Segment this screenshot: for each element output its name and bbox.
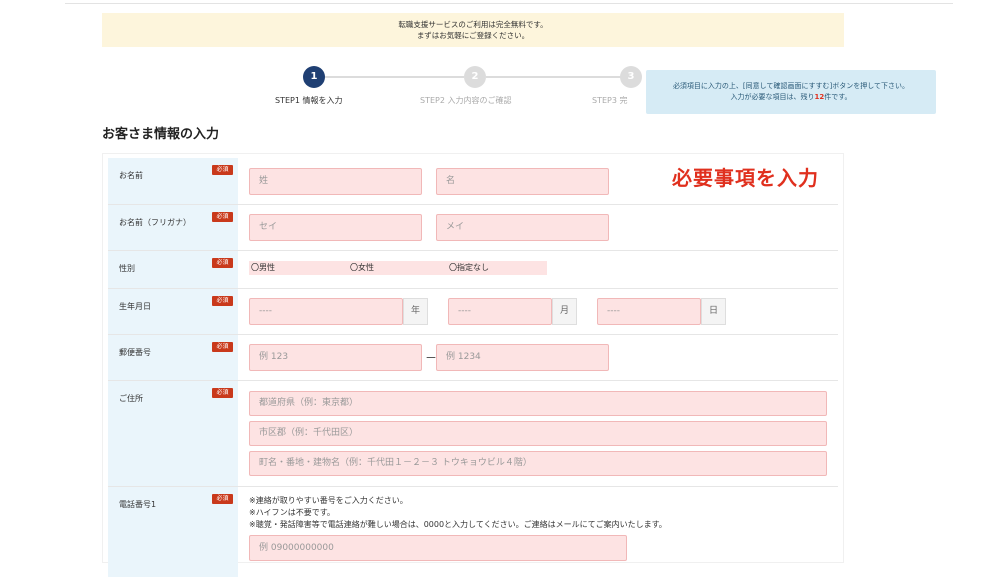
notice-line-1: 転職支援サービスのご利用は完全無料です。 — [398, 20, 548, 29]
required-badge: 必須 — [212, 165, 233, 175]
label-cell: 生年月日 必須 — [108, 289, 238, 334]
phone-label: 電話番号1 — [119, 500, 157, 509]
day-unit: 日 — [701, 298, 726, 325]
tooltip-prefix: 入力が必要な項目は、残り — [730, 93, 815, 101]
birthdate-label: 生年月日 — [119, 302, 151, 311]
step-3-circle: 3 — [620, 66, 642, 88]
step-2-circle: 2 — [464, 66, 486, 88]
label-cell: 郵便番号 必須 — [108, 335, 238, 380]
label-cell: お名前 必須 — [108, 158, 238, 204]
birth-month-select[interactable]: ---- — [448, 298, 552, 325]
free-service-notice: 転職支援サービスのご利用は完全無料です。 まずはお気軽にご登録ください。 — [102, 13, 844, 47]
gender-male-radio[interactable]: 〇男性 — [249, 261, 349, 275]
tooltip-suffix: 件です。 — [824, 93, 852, 101]
phone-input[interactable]: 例 09000000000 — [249, 535, 627, 561]
birth-year-select[interactable]: ---- — [249, 298, 403, 325]
month-unit: 月 — [552, 298, 577, 325]
row-birthdate: 生年月日 必須 ---- 年 ---- 月 ---- 日 — [108, 289, 838, 335]
last-name-input[interactable]: 姓 — [249, 168, 422, 195]
postal-code-first-input[interactable]: 例 123 — [249, 344, 422, 371]
required-fields-tooltip: 必須項目に入力の上、[同意して確認画面にすすむ]ボタンを押して下さい。 入力が必… — [646, 70, 936, 114]
label-cell: 電話番号1 必須 — [108, 487, 238, 577]
phone-note-2: ※ハイフンは不要です。 — [249, 508, 335, 517]
tooltip-line-2: 入力が必要な項目は、残り12件です。 — [646, 92, 936, 103]
kana-label: お名前（フリガナ） — [119, 218, 191, 227]
first-name-input[interactable]: 名 — [436, 168, 609, 195]
street-input[interactable]: 町名・番地・建物名（例：千代田１－２－３ トウキョウビル４階） — [249, 451, 827, 476]
row-address: ご住所 必須 都道府県（例：東京都） 市区郡（例：千代田区） 町名・番地・建物名… — [108, 381, 838, 487]
step-3-label: STEP3 完 — [592, 96, 628, 105]
step-1-label: STEP1 情報を入力 — [275, 96, 343, 105]
last-name-kana-input[interactable]: セイ — [249, 214, 422, 241]
required-badge: 必須 — [212, 494, 233, 504]
label-cell: お名前（フリガナ） 必須 — [108, 205, 238, 250]
birth-day-select[interactable]: ---- — [597, 298, 701, 325]
phone-note-1: ※連絡が取りやすい番号をご入力ください。 — [249, 496, 408, 505]
required-badge: 必須 — [212, 342, 233, 352]
required-badge: 必須 — [212, 258, 233, 268]
city-input[interactable]: 市区郡（例：千代田区） — [249, 421, 827, 446]
step-1-circle: 1 — [303, 66, 325, 88]
step-2-label: STEP2 入力内容のご確認 — [420, 96, 512, 105]
step-connector-2 — [486, 76, 626, 78]
year-unit: 年 — [403, 298, 428, 325]
first-name-kana-input[interactable]: メイ — [436, 214, 609, 241]
prefecture-input[interactable]: 都道府県（例：東京都） — [249, 391, 827, 416]
postal-code-second-input[interactable]: 例 1234 — [436, 344, 609, 371]
tooltip-line-1: 必須項目に入力の上、[同意して確認画面にすすむ]ボタンを押して下さい。 — [672, 82, 910, 90]
row-kana: お名前（フリガナ） 必須 セイ メイ — [108, 205, 838, 251]
step-connector-1 — [324, 76, 464, 78]
required-badge: 必須 — [212, 296, 233, 306]
required-badge: 必須 — [212, 212, 233, 222]
address-label: ご住所 — [119, 394, 143, 403]
gender-female-radio[interactable]: 〇女性 — [348, 261, 448, 275]
label-cell: 性別 必須 — [108, 251, 238, 288]
required-badge: 必須 — [212, 388, 233, 398]
gender-label: 性別 — [119, 264, 135, 273]
row-gender: 性別 必須 〇男性 〇女性 〇指定なし — [108, 251, 838, 289]
page-title: お客さま情報の入力 — [102, 127, 220, 142]
progress-stepper: 1 2 3 STEP1 情報を入力 STEP2 入力内容のご確認 STEP3 完 — [260, 66, 680, 106]
postal-label: 郵便番号 — [119, 348, 151, 357]
name-label: お名前 — [119, 171, 143, 180]
notice-line-2: まずはお気軽にご登録ください。 — [416, 31, 530, 40]
row-phone: 電話番号1 必須 ※連絡が取りやすい番号をご入力ください。 ※ハイフンは不要です… — [108, 487, 838, 577]
label-cell: ご住所 必須 — [108, 381, 238, 486]
top-divider — [65, 3, 953, 4]
overlay-caption: 必要事項を入力 — [672, 166, 819, 190]
gender-unspecified-radio[interactable]: 〇指定なし — [447, 261, 547, 275]
phone-note-3: ※聴覚・発話障害等で電話連絡が難しい場合は、0000と入力してください。ご連絡は… — [249, 520, 667, 529]
remaining-count: 12 — [814, 93, 825, 101]
row-postal: 郵便番号 必須 例 123 － 例 1234 — [108, 335, 838, 381]
